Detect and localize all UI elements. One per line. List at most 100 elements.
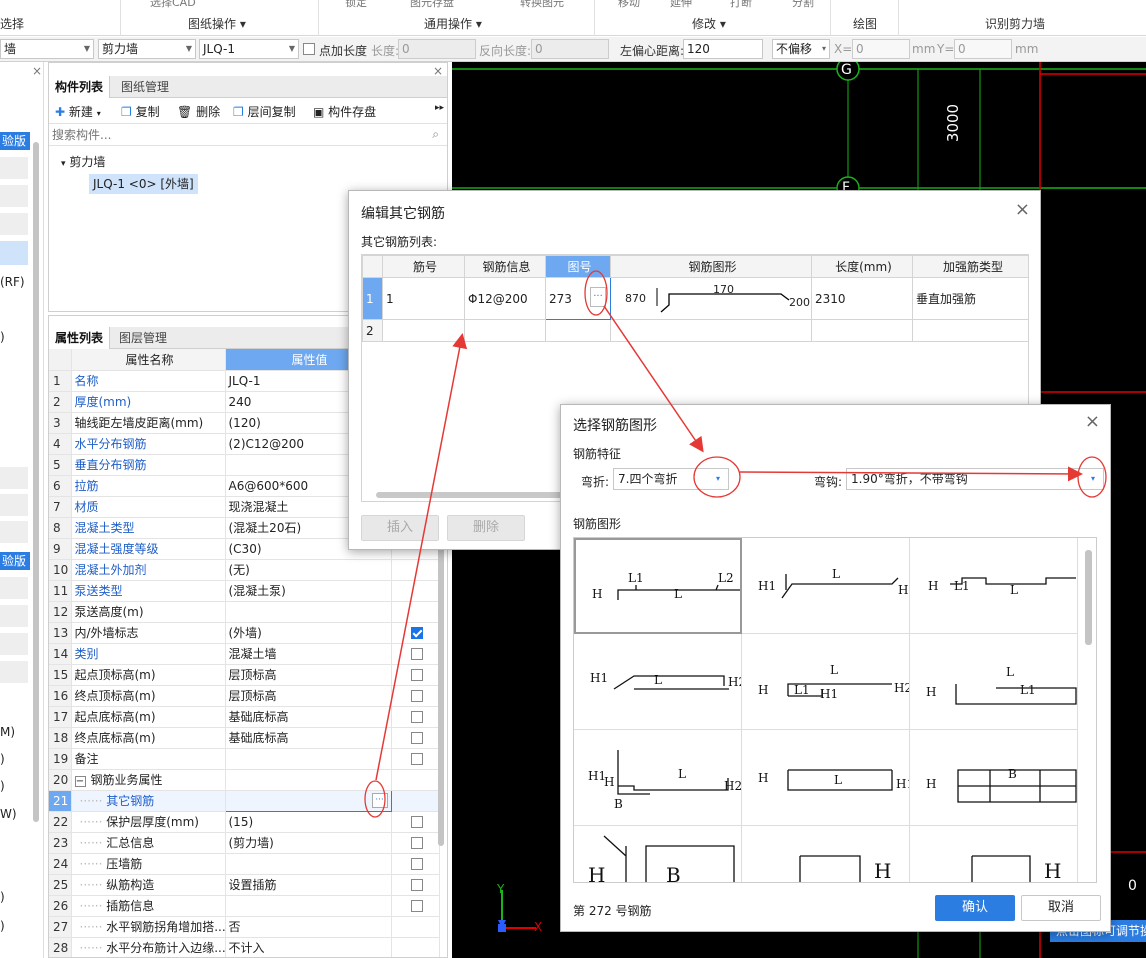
component-search-input[interactable] (49, 124, 445, 145)
property-row[interactable]: 25 ······ 纵筋构造 设置插筋 (49, 874, 440, 896)
ribbon-move[interactable]: 移动 (618, 0, 640, 10)
insert-button[interactable]: 插入 (361, 515, 439, 541)
scrollbar[interactable] (376, 492, 576, 498)
shape-option[interactable]: H L1 L L2 (574, 538, 742, 634)
property-row[interactable]: 28 ······ 水平分布筋计入边缘... 不计入 (49, 937, 440, 957)
collapse-icon[interactable]: − (74, 776, 86, 787)
cell-bar-info[interactable]: Φ12@200 (464, 277, 546, 320)
property-value[interactable]: 否 (225, 916, 392, 938)
property-row[interactable]: 15 起点顶标高(m) 层顶标高 (49, 664, 440, 686)
shape-option[interactable]: H L1 L (910, 538, 1078, 634)
floor-copy-button[interactable]: ❐ 层间复制 (233, 103, 296, 120)
close-icon[interactable]: × (1015, 199, 1030, 220)
element-type-combo[interactable]: 墙 ▼ (0, 39, 94, 59)
property-value[interactable] (225, 769, 392, 791)
x-input[interactable]: 0 (852, 39, 910, 59)
property-row[interactable]: 21 ······ 其它钢筋 ··· (49, 789, 440, 812)
offset-mode-combo[interactable]: 不偏移 ▾ (772, 39, 830, 59)
property-value[interactable]: ··· (224, 789, 392, 812)
nav-item[interactable] (0, 577, 28, 599)
shape-option[interactable]: H1 L H2 (742, 538, 910, 634)
scrollbar[interactable] (1085, 550, 1092, 645)
property-row[interactable]: 19 备注 (49, 748, 440, 770)
nav-item[interactable] (0, 521, 28, 543)
shape-option[interactable]: H L L1 H1 H2 (742, 634, 910, 730)
property-value[interactable]: 基础底标高 (225, 727, 392, 749)
more-icon[interactable]: ▸▸ (435, 103, 444, 113)
property-checkbox[interactable] (410, 816, 423, 828)
reverse-length-input[interactable]: 0 (531, 39, 609, 59)
ribbon-group-modify[interactable]: 修改 ▾ (692, 15, 726, 32)
nav-badge[interactable]: 验版 (0, 132, 30, 150)
property-value[interactable]: 基础底标高 (225, 706, 392, 728)
property-value[interactable]: 混凝土墙 (225, 643, 392, 665)
property-row[interactable]: 20− 钢筋业务属性 (49, 769, 440, 791)
ribbon-convert-element[interactable]: 转换图元 (520, 0, 564, 10)
property-row[interactable]: 22 ······ 保护层厚度(mm) (15) (49, 811, 440, 833)
property-value[interactable]: (无) (225, 559, 392, 581)
property-value[interactable]: (混凝土泵) (225, 580, 392, 602)
shape-option[interactable]: HB (910, 730, 1078, 826)
other-rebar-edit-button[interactable]: ··· (371, 792, 388, 808)
property-value[interactable]: 不计入 (225, 937, 392, 957)
nav-item[interactable] (0, 157, 28, 179)
nav-item[interactable] (0, 661, 28, 683)
nav-item[interactable] (0, 605, 28, 627)
tab-layer-management[interactable]: 图层管理 (113, 327, 173, 349)
property-checkbox[interactable] (410, 711, 423, 723)
property-value[interactable] (225, 601, 392, 623)
property-row[interactable]: 18 终点底标高(m) 基础底标高 (49, 727, 440, 749)
property-checkbox[interactable] (410, 648, 423, 660)
property-checkbox[interactable] (410, 858, 423, 870)
delete-row-button[interactable]: 删除 (447, 515, 525, 541)
cell-bar-no[interactable]: 1 (382, 277, 465, 320)
property-row[interactable]: 17 起点底标高(m) 基础底标高 (49, 706, 440, 728)
shape-option[interactable]: HB (574, 826, 742, 882)
delete-button[interactable]: 🗑 删除 (177, 103, 220, 120)
property-row[interactable]: 11 泵送类型 (混凝土泵) (49, 580, 440, 602)
property-value[interactable]: (外墙) (225, 622, 392, 644)
property-value[interactable]: 层顶标高 (225, 664, 392, 686)
nav-item[interactable] (0, 185, 28, 207)
property-checkbox[interactable] (410, 669, 423, 681)
ribbon-group-drawing-ops[interactable]: 图纸操作 ▾ (188, 15, 246, 32)
property-value[interactable] (225, 853, 392, 875)
length-input[interactable]: 0 (398, 39, 476, 59)
property-checkbox[interactable] (410, 690, 423, 702)
property-row[interactable]: 14 类别 混凝土墙 (49, 643, 440, 665)
cell-strengthen-type[interactable]: 垂直加强筋 (912, 277, 1028, 320)
element-category-combo[interactable]: 剪力墙 ▼ (98, 39, 196, 59)
cell-figure-no[interactable]: 273 ··· (545, 277, 611, 320)
bend-select[interactable]: 7.四个弯折 ▾ (613, 468, 729, 490)
property-checkbox[interactable] (410, 879, 423, 891)
nav-item[interactable] (0, 467, 28, 489)
property-row[interactable]: 27 ······ 水平钢筋拐角增加搭... 否 (49, 916, 440, 938)
component-combo[interactable]: JLQ-1 ▼ (199, 39, 299, 59)
property-row[interactable]: 26 ······ 插筋信息 (49, 895, 440, 917)
y-input[interactable]: 0 (954, 39, 1012, 59)
tab-drawing-management[interactable]: 图纸管理 (115, 76, 175, 98)
property-row[interactable]: 12 泵送高度(m) (49, 601, 440, 623)
property-value[interactable]: (剪力墙) (225, 832, 392, 854)
confirm-button[interactable]: 确认 (935, 895, 1015, 921)
property-row[interactable]: 23 ······ 汇总信息 (剪力墙) (49, 832, 440, 854)
nav-badge[interactable]: 验版 (0, 552, 30, 570)
ribbon-select-cad[interactable]: 选择CAD (150, 0, 196, 10)
point-length-checkbox[interactable] (303, 41, 315, 55)
property-checkbox[interactable] (410, 900, 423, 912)
scrollbar[interactable] (33, 142, 39, 822)
cell-length[interactable]: 2310 (811, 277, 913, 320)
search-icon[interactable]: ⌕ (432, 127, 439, 142)
ribbon-save-element[interactable]: 图元存盘 (410, 0, 454, 10)
ribbon-break[interactable]: 打断 (730, 0, 752, 10)
new-button[interactable]: ✚ 新建 ▾ (55, 103, 101, 120)
property-row[interactable]: 10 混凝土外加剂 (无) (49, 559, 440, 581)
cancel-button[interactable]: 取消 (1021, 895, 1101, 921)
nav-item[interactable] (0, 213, 28, 235)
ribbon-extend[interactable]: 延伸 (670, 0, 692, 10)
component-save-button[interactable]: ▣ 构件存盘 (313, 103, 376, 120)
shape-option[interactable]: H (742, 826, 910, 882)
left-offset-input[interactable]: 120 (683, 39, 763, 59)
shape-option[interactable]: H1 H L B H2 (574, 730, 742, 826)
tree-root-wall[interactable]: ▾ 剪力墙 (61, 153, 105, 170)
